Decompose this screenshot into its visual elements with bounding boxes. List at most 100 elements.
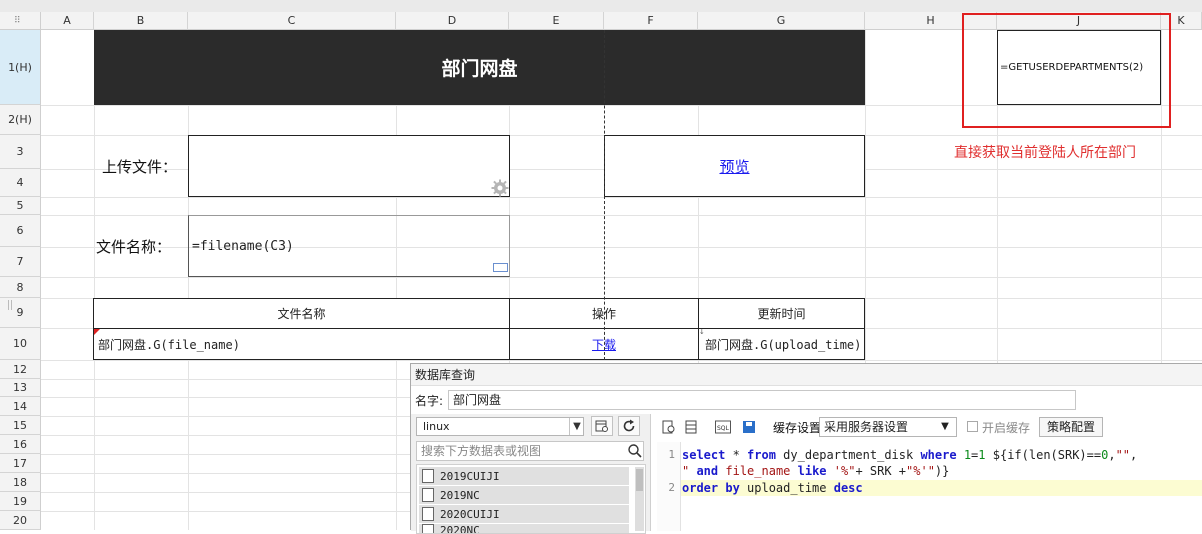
column-header-a[interactable]: A [41,12,94,30]
expand-down-icon: ↓ [699,328,705,336]
row-upload-time-cell[interactable]: 部门网盘.G(upload_time) [698,328,865,360]
row-header-7[interactable]: 7 [0,247,41,277]
filename-formula: =filename(C3) [192,239,294,254]
search-icon[interactable] [627,442,643,460]
datasource-pane: linux ▼ 搜索下方数据表或视图 2019CUIJI 2019NC 2020… [411,414,651,534]
gridline [41,473,410,474]
row-header-1[interactable]: 1(H) [0,30,41,105]
table-item-label: 2020NC [440,524,480,533]
column-header-b[interactable]: B [94,12,188,30]
table-list: 2019CUIJI 2019NC 2020CUIJI 2020NC [416,464,646,534]
table-item-2019cuiji[interactable]: 2019CUIJI [419,467,629,485]
database-select[interactable]: linux ▼ [416,417,584,436]
header-update-time-label: 更新时间 [757,307,806,321]
row-header-14[interactable]: 14 [0,397,41,416]
preview-table-icon[interactable] [591,416,613,436]
sql-editor[interactable]: 1 2 select * from dy_department_disk whe… [657,442,1202,531]
sheet-top-strip [0,0,1202,12]
row-file-name-cell[interactable]: 部门网盘.G(file_name) [93,328,510,360]
line-number: 1 [668,448,675,461]
header-update-time[interactable]: 更新时间 [698,298,865,329]
gear-icon[interactable] [491,179,509,197]
textbox-icon [493,263,508,272]
sql-format-icon[interactable]: SQL [715,419,731,435]
gridline [41,416,410,417]
row-header-18[interactable]: 18 [0,473,41,492]
table-icon [422,488,434,502]
row-header-4[interactable]: 4 [0,169,41,197]
sql-line-1: select * from dy_department_disk where 1… [682,448,1138,462]
database-icon[interactable] [683,419,699,435]
row-header-15[interactable]: 15 [0,416,41,435]
database-query-dialog: 数据库查询 名字: 部门网盘 linux ▼ 搜索下方数据表或视图 2019CU… [410,363,1202,534]
chevron-down-icon[interactable]: ▼ [936,418,954,436]
database-select-value: linux [423,420,450,433]
gridline [41,511,410,512]
upload-file-cell[interactable] [188,135,510,197]
table-item-2020cuiji[interactable]: 2020CUIJI [419,505,629,523]
filename-label: 文件名称： [96,237,172,256]
row-upload-time: 部门网盘.G(upload_time) [705,337,862,352]
cache-icon[interactable] [741,419,757,435]
row-header-10[interactable]: 10 [0,328,41,360]
report-title-cell[interactable]: 部门网盘 [94,30,865,105]
row-header-6[interactable]: 6 [0,215,41,247]
sql-line-2: order by upload_time desc [682,481,863,495]
splitter-handle[interactable] [8,300,12,310]
preview-cell: 预览 [604,135,865,197]
table-item-label: 2019CUIJI [440,469,500,483]
preview-icon[interactable] [661,419,677,435]
row-header-20[interactable]: 20 [0,511,41,530]
column-header-d[interactable]: D [396,12,509,30]
row-header-5[interactable]: 5 [0,197,41,215]
table-list-scrollbar[interactable] [635,467,644,531]
column-header-e[interactable]: E [509,12,604,30]
row-header-2[interactable]: 2(H) [0,105,41,135]
row-header-13[interactable]: 13 [0,379,41,397]
page-break-line [604,30,605,360]
row-header-3[interactable]: 3 [0,135,41,169]
query-name-input[interactable]: 部门网盘 [448,390,1076,410]
gridline [41,360,1202,361]
table-search-placeholder: 搜索下方数据表或视图 [421,444,542,458]
preview-link[interactable]: 预览 [719,156,749,177]
column-header-f[interactable]: F [604,12,698,30]
header-file-name-label: 文件名称 [277,307,326,321]
table-item-2019nc[interactable]: 2019NC [419,486,629,504]
enable-cache-checkbox[interactable] [967,421,978,432]
table-icon [422,469,434,483]
strategy-config-button[interactable]: 策略配置 [1039,417,1103,437]
table-item-2020nc[interactable]: 2020NC [419,524,629,533]
cache-mode-select[interactable]: 采用服务器设置 ▼ [819,417,957,437]
report-title: 部门网盘 [441,58,518,80]
table-search-input[interactable]: 搜索下方数据表或视图 [416,441,644,461]
cache-settings-label: 缓存设置 [773,421,822,435]
gridline [41,454,410,455]
scrollbar-thumb[interactable] [636,469,643,491]
sql-toolbar: SQL 缓存设置 采用服务器设置 ▼ 开启缓存 策略配置 [657,416,1202,440]
gridline [41,379,410,380]
row-header-16[interactable]: 16 [0,435,41,454]
enable-cache-label: 开启缓存 [982,421,1031,435]
header-file-name[interactable]: 文件名称 [93,298,510,329]
highlight-frame [962,13,1171,128]
svg-text:SQL: SQL [717,425,730,432]
cache-mode-value: 采用服务器设置 [824,420,909,434]
grid-icon: ⠿ [14,16,21,26]
chevron-down-icon[interactable]: ▼ [569,418,584,435]
refresh-icon[interactable] [618,416,640,436]
row-header-9[interactable]: 9 [0,298,41,328]
column-header-g[interactable]: G [698,12,865,30]
row-header-8[interactable]: 8 [0,277,41,298]
comment-marker [94,329,100,335]
row-header-12[interactable]: 12 [0,360,41,379]
gridline [41,492,410,493]
name-label: 名字: [415,394,444,408]
row-header-17[interactable]: 17 [0,454,41,473]
annotation-note: 直接获取当前登陆人所在部门 [954,145,1136,161]
column-header-c[interactable]: C [188,12,396,30]
upload-label: 上传文件： [102,157,178,176]
gridline [41,435,410,436]
table-icon [422,524,434,533]
row-header-19[interactable]: 19 [0,492,41,511]
